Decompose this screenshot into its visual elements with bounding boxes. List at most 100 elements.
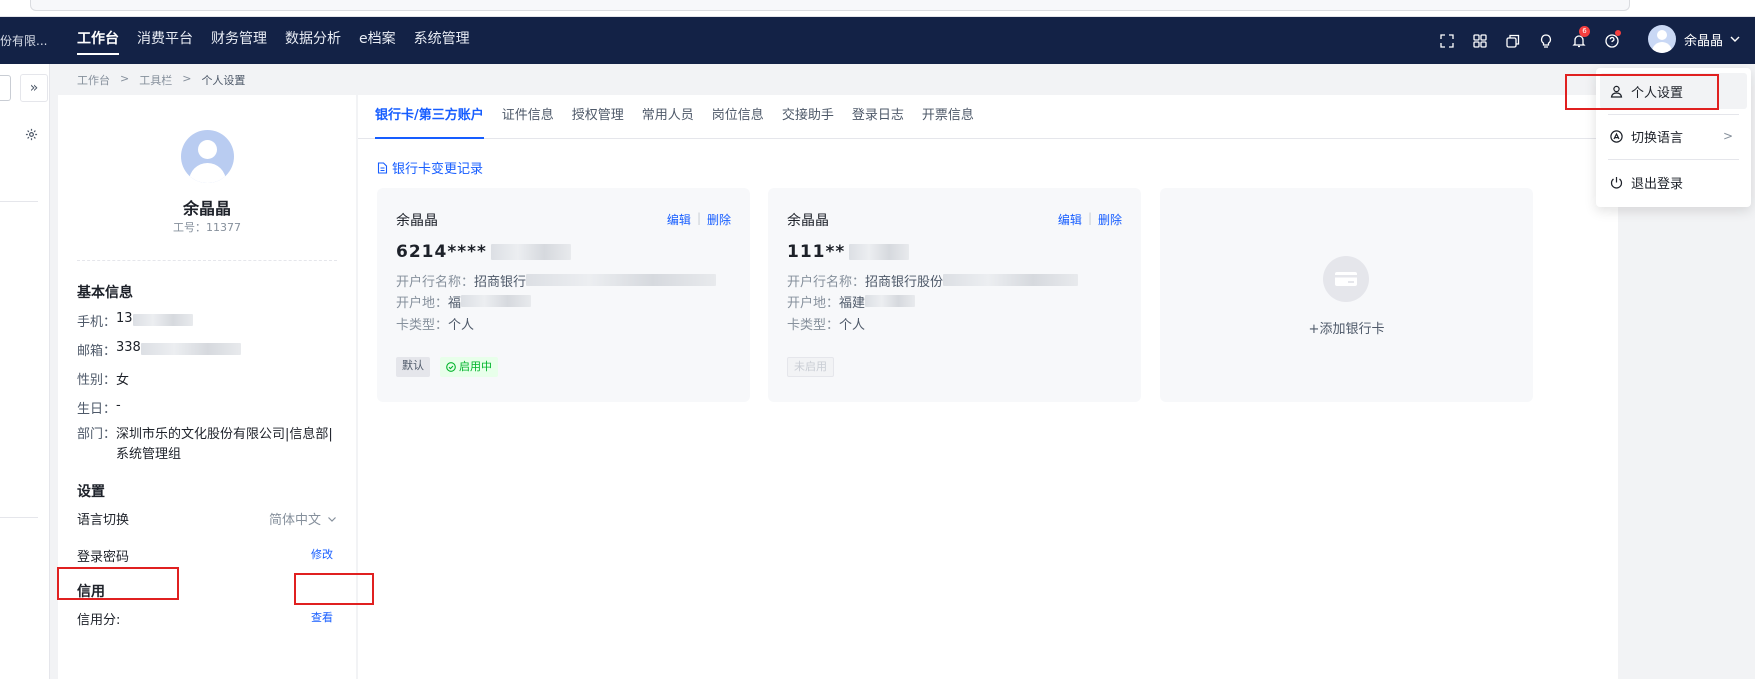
tab-id-info[interactable]: 证件信息 [502,95,554,139]
copy-icon[interactable] [1496,30,1529,52]
card-type-value: 个人 [448,318,475,333]
department-label: 部门： [77,427,117,442]
status-text: 启用中 [459,360,492,373]
delete-card-link[interactable]: 删除 [707,211,731,228]
company-name[interactable]: 份有限... [0,32,47,49]
menu-item-analytics[interactable]: 数据分析 [285,17,341,64]
top-navigation: 份有限... 工作台 消费平台 财务管理 数据分析 e档案 系统管理 6 余晶晶 [0,17,1755,64]
power-icon [1610,176,1623,189]
tab-authorization[interactable]: 授权管理 [572,95,624,139]
breadcrumb-current: 个人设置 [201,74,246,87]
apps-icon[interactable] [1463,30,1496,52]
email-row: 邮箱： 338 [77,340,241,359]
redacted-mask [132,314,193,326]
bell-icon[interactable]: 6 [1562,26,1595,52]
menu-item-system[interactable]: 系统管理 [414,17,470,64]
redacted-mask [943,274,1079,286]
menu-item-workbench[interactable]: 工作台 [77,17,119,64]
menu-item-consumption[interactable]: 消费平台 [137,17,193,64]
birthday-row: 生日： - [77,398,121,417]
breadcrumb-item[interactable]: 工具栏 [139,72,172,88]
help-icon[interactable] [1595,30,1628,52]
address-bar[interactable] [30,0,1630,11]
gear-icon[interactable] [25,126,38,145]
chevron-down-icon [328,516,336,522]
document-icon [377,161,388,174]
password-row: 登录密码 修改 [77,546,337,565]
delete-card-link[interactable]: 删除 [1098,211,1122,228]
menu-item-finance[interactable]: 财务管理 [211,17,267,64]
settings-title: 设置 [77,484,105,500]
language-value: 简体中文 [268,513,321,528]
check-circle-icon [446,362,456,372]
add-bank-card-button[interactable]: +添加银行卡 [1160,188,1533,402]
tab-login-log[interactable]: 登录日志 [852,95,904,139]
status-badge: 启用中 [440,357,498,377]
bank-name-row: 开户行名称： 招商银行 [396,271,717,290]
bank-card-change-log-link[interactable]: 银行卡变更记录 [377,158,483,177]
rail-select[interactable] [0,75,11,101]
status-badge: 未启用 [787,357,834,377]
bank-name-label: 开户行名称： [396,275,475,290]
redacted-mask [849,244,910,260]
add-card-label: +添加银行卡 [1308,322,1385,337]
phone-row: 手机： 13 [77,311,193,330]
breadcrumb-item[interactable]: 工作台 [77,72,110,88]
header-user-name: 余晶晶 [1684,33,1724,49]
gender-row: 性别： 女 [77,369,129,388]
menu-divider [1608,159,1739,160]
fullscreen-icon[interactable] [1430,30,1463,52]
edit-card-link[interactable]: 编辑 [1058,211,1082,228]
modify-password-link[interactable]: 修改 [311,546,333,565]
birthday-value: - [116,398,121,413]
bank-location-value: 福 [448,296,462,311]
redacted-mask [140,343,241,355]
bank-location-row: 开户地： 福建 [787,292,916,311]
card-number-value: 111** [787,242,846,262]
expand-sidebar-button[interactable]: » [20,74,48,102]
menu-item-earchive[interactable]: e档案 [359,17,396,64]
bank-card: 余晶晶 编辑 | 删除 111** 开户行名称： 招商银行股份 开户地： 福建 卡… [768,188,1141,402]
notification-badge: 6 [1579,26,1590,37]
tab-position-info[interactable]: 岗位信息 [712,95,764,139]
main-menu: 工作台 消费平台 财务管理 数据分析 e档案 系统管理 [77,17,488,64]
annotation-box [57,567,179,600]
menu-item-label: 退出登录 [1631,176,1684,192]
menu-item-switch-language[interactable]: 切换语言 > [1600,118,1747,154]
card-number: 111** [787,242,910,262]
gender-label: 性别： [77,373,117,388]
user-menu-trigger[interactable]: 余晶晶 [1648,25,1741,53]
tab-invoice-info[interactable]: 开票信息 [922,95,974,139]
chevron-right-icon: > [1722,129,1733,143]
menu-item-logout[interactable]: 退出登录 [1600,164,1747,200]
tab-frequent-contacts[interactable]: 常用人员 [642,95,694,139]
help-dot [1615,30,1621,36]
password-label: 登录密码 [77,550,130,565]
avatar [1648,25,1676,53]
language-select[interactable]: 简体中文 [269,509,337,528]
menu-item-label: 切换语言 [1631,130,1684,146]
lightbulb-icon[interactable] [1529,30,1562,52]
language-icon [1610,129,1623,143]
card-actions: 编辑 | 删除 [1057,211,1122,228]
view-credit-link[interactable]: 查看 [311,609,333,628]
bank-card: 余晶晶 编辑 | 删除 6214**** 开户行名称： 招商银行 开户地： 福 卡… [377,188,750,402]
breadcrumb-separator: > [120,72,130,85]
default-badge: 默认 [396,357,430,377]
card-type-row: 卡类型： 个人 [787,314,865,333]
tab-bank-cards[interactable]: 银行卡/第三方账户 [375,95,484,139]
redacted-mask [461,295,532,307]
bank-location-value: 福建 [839,296,866,311]
tab-bar: 银行卡/第三方账户 证件信息 授权管理 常用人员 岗位信息 交接助手 登录日志 … [358,95,1618,139]
tab-handover-assistant[interactable]: 交接助手 [782,95,834,139]
card-number-value: 6214**** [396,242,487,262]
card-type-label: 卡类型： [787,318,840,333]
bank-name-label: 开户行名称： [787,275,866,290]
card-icon [1323,256,1369,302]
redacted-mask [526,274,717,286]
breadcrumb: 工作台 > 工具栏 > 个人设置 [77,72,255,88]
edit-card-link[interactable]: 编辑 [667,211,691,228]
change-log-label: 银行卡变更记录 [392,162,484,177]
email-label: 邮箱： [77,344,117,359]
bank-name-row: 开户行名称： 招商银行股份 [787,271,1079,290]
